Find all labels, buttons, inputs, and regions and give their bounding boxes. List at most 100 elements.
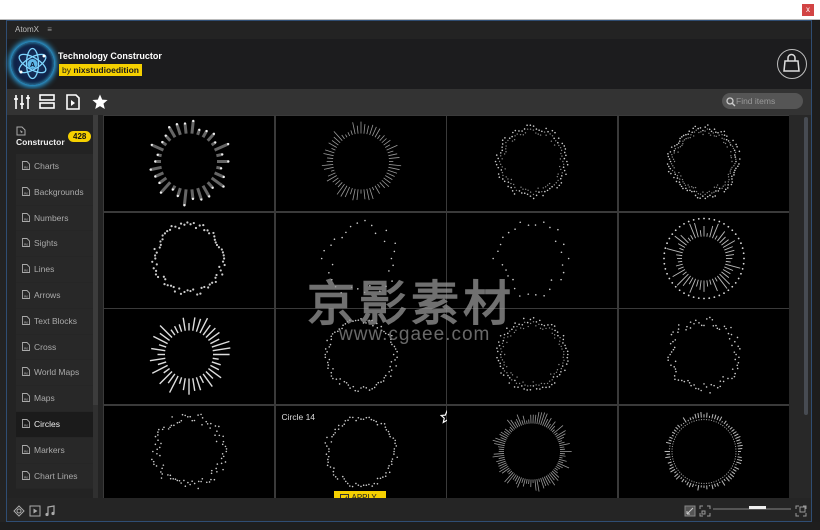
sidebar-item-world-maps[interactable]: Ae World Maps <box>16 360 93 387</box>
circle-preview-tile[interactable] <box>104 212 274 308</box>
watermark-url: www.cgaee.com <box>339 324 491 345</box>
sidebar-item-numbers[interactable]: Ae Numbers <box>16 205 93 232</box>
panel-tab-bar: AtomX ≡ <box>7 21 811 39</box>
thumbnail-size-slider[interactable] <box>713 506 791 510</box>
layers-icon[interactable] <box>38 93 56 111</box>
svg-text:Ae: Ae <box>24 398 28 402</box>
app-title: Technology Constructor <box>58 51 162 61</box>
apply-button[interactable]: APPLY <box>333 490 386 498</box>
star-icon[interactable] <box>91 93 109 111</box>
grid-scroll-thumb[interactable] <box>804 117 808 415</box>
shopping-bag-icon[interactable] <box>777 49 807 79</box>
author-prefix: by <box>62 65 71 75</box>
sidebar-item-label: Numbers <box>34 212 69 223</box>
sidebar-item-charts[interactable]: Ae Charts <box>16 154 93 180</box>
circle-preview-graphic <box>321 121 401 201</box>
circle-preview-graphic <box>666 316 741 394</box>
sidebar-item-arrows[interactable]: Ae Arrows <box>16 282 93 309</box>
circle-preview-tile[interactable] <box>104 405 274 498</box>
host-title-bar: x <box>0 0 820 20</box>
svg-text:Ae: Ae <box>24 320 28 324</box>
circle-preview-graphic <box>149 119 230 207</box>
hamburger-icon[interactable]: ≡ <box>47 25 52 34</box>
footer-bar <box>7 498 811 521</box>
circle-preview-tile[interactable] <box>275 116 446 211</box>
item-count-badge: 428 <box>68 131 92 142</box>
music-icon[interactable] <box>44 504 56 517</box>
circle-preview-graphic <box>151 220 226 296</box>
search-input[interactable]: Find items <box>722 93 803 109</box>
panel-tab[interactable]: AtomX <box>15 25 39 34</box>
circle-preview-tile[interactable] <box>618 405 789 498</box>
circle-preview-graphic <box>662 217 745 299</box>
svg-text:A: A <box>30 62 35 69</box>
play-icon[interactable] <box>29 504 41 517</box>
atomx-panel: AtomX ≡ A Technology Constructor by nixs… <box>6 20 812 522</box>
svg-text:Ae: Ae <box>24 217 28 221</box>
svg-text:Ae: Ae <box>24 243 28 247</box>
sidebar-item-label: Text Blocks <box>34 315 77 326</box>
sidebar-scrollbar[interactable] <box>93 115 98 498</box>
circle-preview-tile[interactable] <box>104 116 274 211</box>
target-icon[interactable] <box>13 504 25 517</box>
sidebar-item-sights[interactable]: Ae Sights <box>16 231 93 258</box>
sidebar-item-label: Charts <box>34 161 60 171</box>
sidebar-item-label: Maps <box>34 393 55 404</box>
toolbar: Find items <box>7 89 811 115</box>
author-badge: by nixstudioedition <box>59 64 142 76</box>
circle-preview-tile[interactable] <box>447 116 617 211</box>
ae-file-icon: Ae <box>22 258 30 274</box>
sidebar-item-label: Chart Lines <box>34 470 78 481</box>
tile-title: Circle 14 <box>281 411 316 422</box>
sidebar-item-label: Circles <box>34 418 60 429</box>
constructor-section[interactable]: Constructor 428 <box>7 115 97 155</box>
svg-text:Ae: Ae <box>24 294 28 298</box>
host-right-strip <box>812 20 820 530</box>
search-placeholder: Find items <box>736 96 776 106</box>
ae-file-icon: Ae <box>22 310 30 325</box>
sidebar-item-lines[interactable]: Ae Lines <box>16 257 93 283</box>
constructor-label: Constructor <box>16 137 65 147</box>
ae-file-icon: Ae <box>22 155 30 170</box>
circle-preview-tile[interactable] <box>447 405 617 498</box>
atom-logo-icon: A <box>11 42 54 85</box>
ae-file-icon: Ae <box>22 336 30 351</box>
circle-preview-tile[interactable] <box>618 309 789 404</box>
sliders-icon[interactable] <box>13 93 31 111</box>
circle-preview-tile[interactable]: Circle 14 APPLY <box>275 405 454 498</box>
slider-knob[interactable] <box>749 506 766 509</box>
grid-scrollbar[interactable] <box>789 115 811 498</box>
ae-file-icon: Ae <box>22 439 30 454</box>
circle-preview-graphic <box>666 124 741 200</box>
sidebar-item-backgrounds[interactable]: Ae Backgrounds <box>16 179 93 206</box>
sidebar-item-label: Cross <box>34 341 57 352</box>
circle-preview-graphic <box>149 317 231 395</box>
circle-preview-tile[interactable] <box>104 309 274 404</box>
sidebar-item-label: World Maps <box>34 367 80 378</box>
sidebar-item-cross[interactable]: Ae Cross <box>16 334 93 361</box>
sidebar-item-chart-lines[interactable]: Ae Chart Lines <box>16 463 93 490</box>
grid-large-icon[interactable] <box>795 504 807 517</box>
svg-text:Ae: Ae <box>24 191 28 195</box>
circle-preview-graphic <box>151 413 228 489</box>
shrink-icon[interactable] <box>684 504 696 517</box>
sidebar-item-text-blocks[interactable]: Ae Text Blocks <box>16 308 93 335</box>
ae-file-icon: Ae <box>22 284 30 299</box>
sidebar-item-label: Markers <box>34 444 65 455</box>
sidebar: Constructor 428 Ae Charts Ae Backgrounds Ae N… <box>7 115 101 498</box>
media-file-icon[interactable] <box>64 93 82 111</box>
sidebar-item-circles[interactable]: Ae Circles <box>16 411 93 438</box>
grid-small-icon[interactable] <box>699 504 711 517</box>
svg-text:Ae: Ae <box>24 449 28 453</box>
ae-file-icon: Ae <box>22 232 30 248</box>
ae-file-icon: Ae <box>22 465 30 480</box>
sidebar-scroll-thumb[interactable] <box>93 115 98 405</box>
sidebar-item-markers[interactable]: Ae Markers <box>16 437 93 464</box>
close-button[interactable]: x <box>802 4 814 16</box>
svg-text:Ae: Ae <box>24 346 28 350</box>
category-list: Ae Charts Ae Backgrounds Ae Numbers Ae Sights Ae… <box>16 154 93 490</box>
sidebar-item-label: Lines <box>34 264 55 275</box>
sidebar-item-maps[interactable]: Ae Maps <box>16 386 93 412</box>
circle-preview-tile[interactable] <box>618 116 789 211</box>
circle-preview-tile[interactable] <box>618 212 789 308</box>
